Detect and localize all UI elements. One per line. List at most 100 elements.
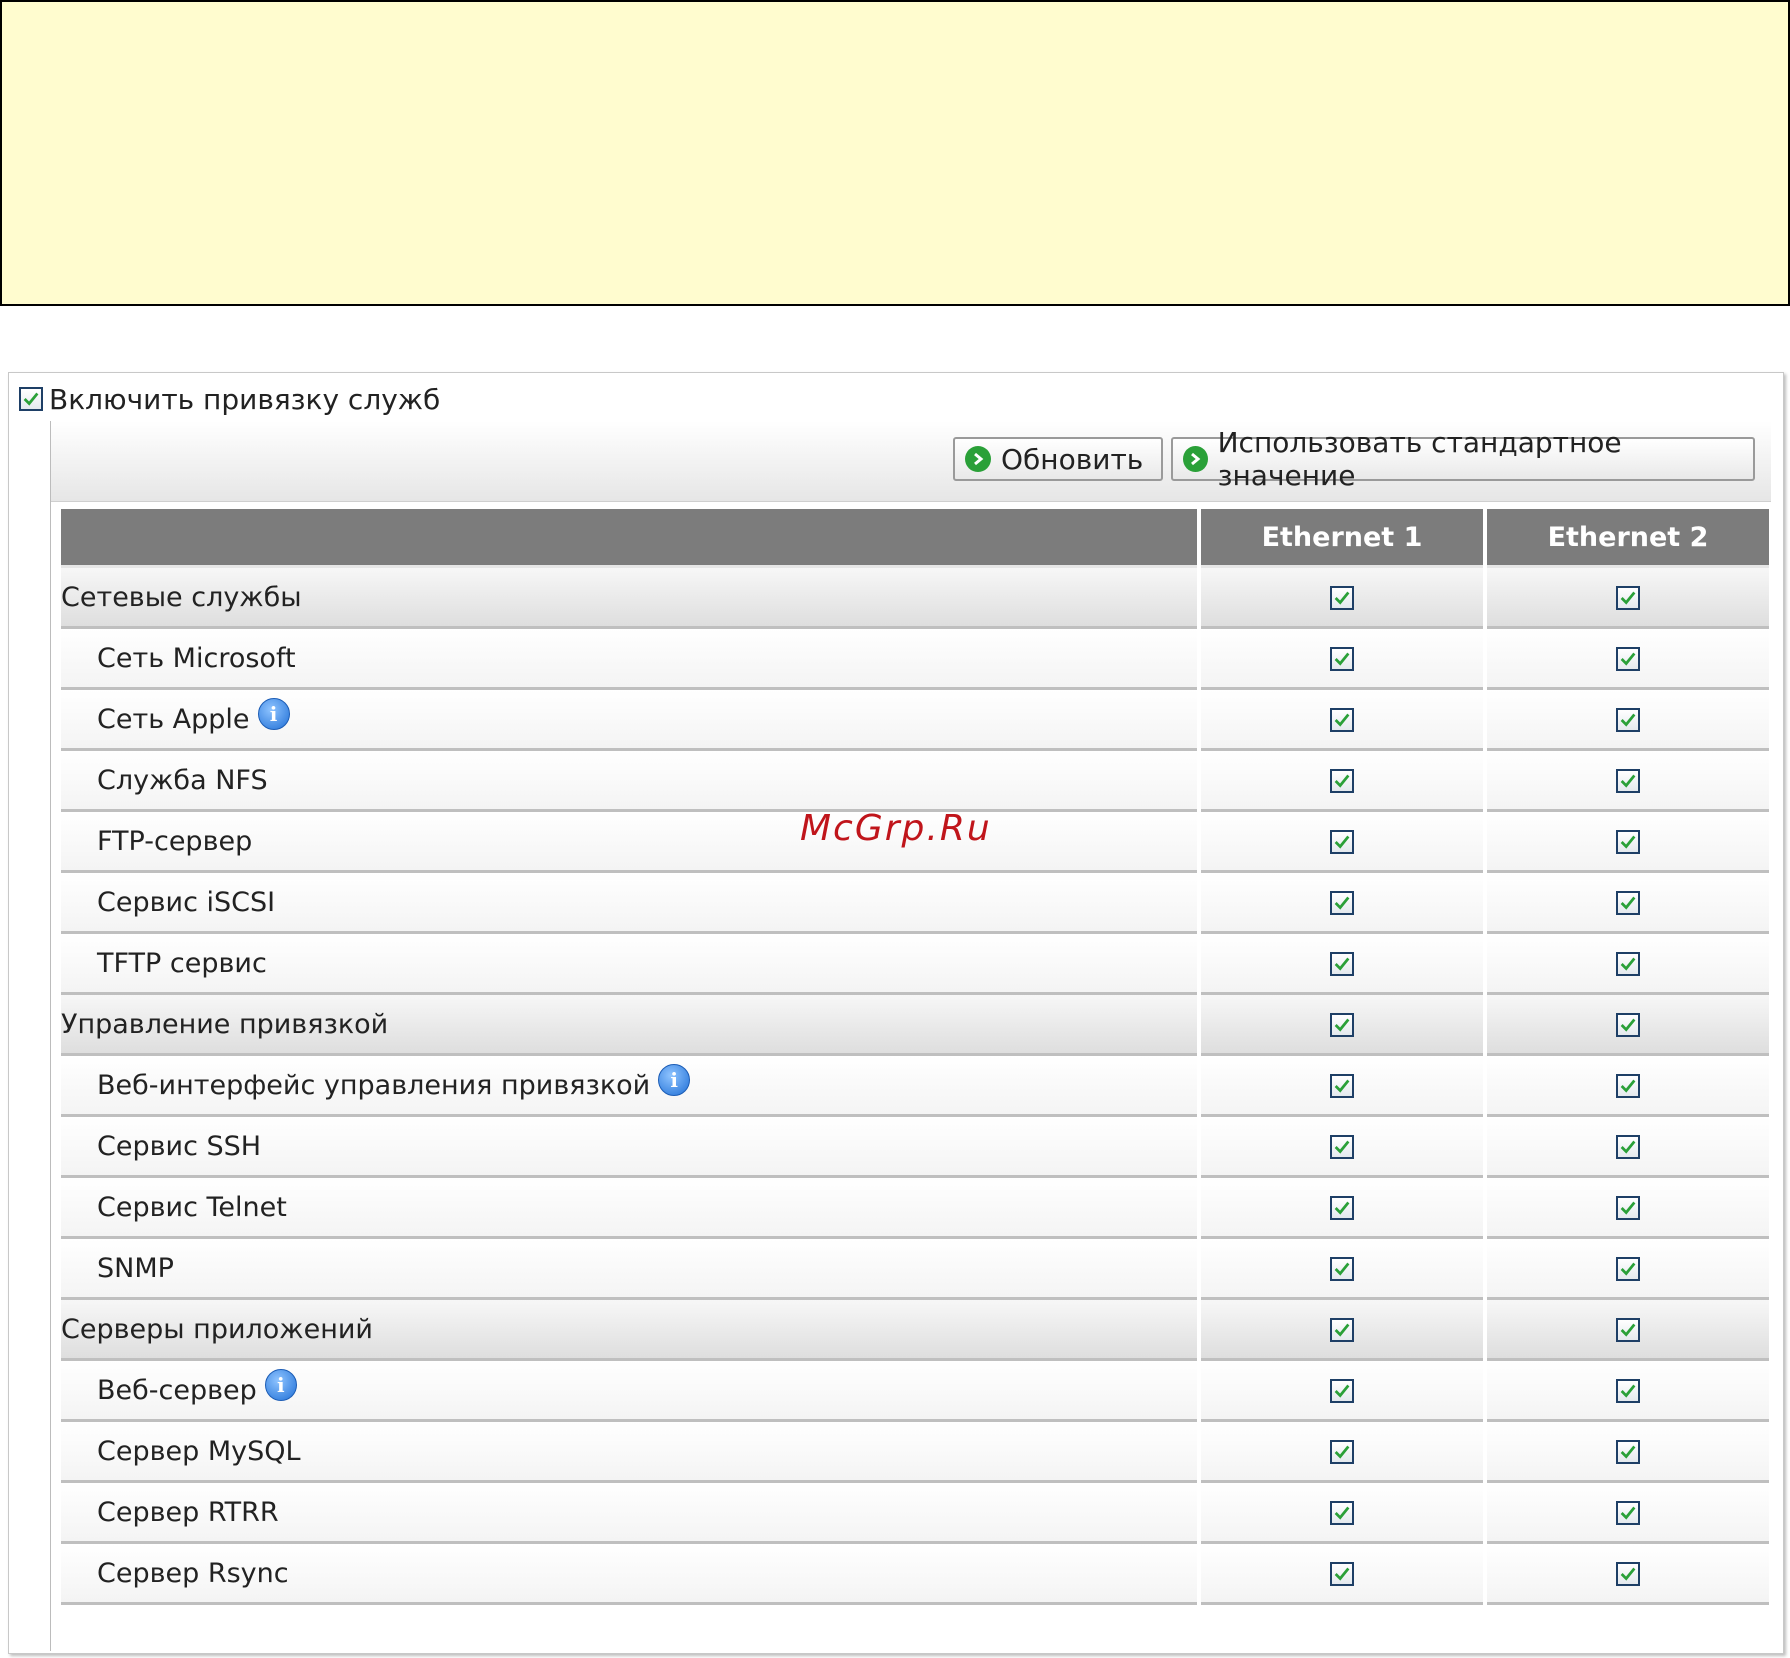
ethernet-1-checkbox[interactable] [1330, 1440, 1354, 1464]
info-icon[interactable]: i [257, 697, 290, 730]
ethernet-2-checkbox[interactable] [1616, 1379, 1640, 1403]
ethernet-2-cell [1487, 1300, 1769, 1361]
ethernet-2-checkbox[interactable] [1616, 1562, 1640, 1586]
check-icon [1620, 774, 1636, 788]
service-label: Служба NFS [97, 764, 268, 796]
check-icon [1620, 713, 1636, 727]
ethernet-2-checkbox[interactable] [1616, 1318, 1640, 1342]
ethernet-1-cell [1201, 812, 1483, 873]
ethernet-2-cell [1487, 629, 1769, 690]
check-icon [1334, 896, 1350, 910]
ethernet-2-cell [1487, 1422, 1769, 1483]
ethernet-2-checkbox[interactable] [1616, 891, 1640, 915]
service-label-cell: Веб-интерфейс управления привязкой i [61, 1056, 1197, 1117]
service-label-cell: Серверы приложений [61, 1300, 1197, 1361]
ethernet-2-checkbox[interactable] [1616, 1196, 1640, 1220]
service-label-cell: Сервис iSCSI [61, 873, 1197, 934]
service-label: Сервер MySQL [97, 1435, 301, 1467]
use-default-button[interactable]: Использовать стандартное значение [1171, 426, 1755, 492]
ethernet-1-checkbox[interactable] [1330, 769, 1354, 793]
check-icon [1334, 1201, 1350, 1215]
info-icon[interactable]: i [264, 1368, 297, 1401]
column-header-ethernet-1: Ethernet 1 [1201, 509, 1483, 568]
check-icon [1620, 835, 1636, 849]
service-label: Управление привязкой [61, 1008, 389, 1040]
check-icon [1334, 1323, 1350, 1337]
check-icon [1334, 652, 1350, 666]
enable-binding-row[interactable]: Включить привязку служб [19, 381, 440, 417]
check-icon [1334, 835, 1350, 849]
ethernet-1-cell [1201, 934, 1483, 995]
ethernet-2-cell [1487, 1178, 1769, 1239]
ethernet-2-checkbox[interactable] [1616, 1440, 1640, 1464]
ethernet-2-checkbox[interactable] [1616, 647, 1640, 671]
enable-binding-checkbox[interactable] [19, 387, 43, 411]
ethernet-2-checkbox[interactable] [1616, 1074, 1640, 1098]
arrow-right-icon [1183, 446, 1208, 472]
ethernet-1-checkbox[interactable] [1330, 952, 1354, 976]
arrow-right-icon [965, 446, 991, 472]
column-header-ethernet-2: Ethernet 2 [1487, 509, 1769, 568]
ethernet-1-cell [1201, 1178, 1483, 1239]
ethernet-1-checkbox[interactable] [1330, 586, 1354, 610]
service-label-cell: Веб-сервер i [61, 1361, 1197, 1422]
table-row: Сервис iSCSI [61, 873, 1769, 934]
service-label: SNMP [97, 1252, 174, 1284]
service-binding-table: Ethernet 1 Ethernet 2 Сетевые службы Сеть… [57, 509, 1773, 1605]
refresh-button-label: Обновить [1001, 442, 1144, 476]
table-row: Сервис Telnet [61, 1178, 1769, 1239]
service-label: Сервер RTRR [97, 1496, 279, 1528]
enable-binding-label: Включить привязку служб [49, 382, 441, 416]
ethernet-1-checkbox[interactable] [1330, 1257, 1354, 1281]
service-label: TFTP сервис [97, 947, 267, 979]
ethernet-2-checkbox[interactable] [1616, 586, 1640, 610]
ethernet-2-checkbox[interactable] [1616, 1135, 1640, 1159]
ethernet-1-cell [1201, 1300, 1483, 1361]
ethernet-1-checkbox[interactable] [1330, 1562, 1354, 1586]
ethernet-2-checkbox[interactable] [1616, 952, 1640, 976]
ethernet-1-checkbox[interactable] [1330, 1013, 1354, 1037]
ethernet-1-cell [1201, 568, 1483, 629]
check-icon [1334, 1445, 1350, 1459]
check-icon [1334, 957, 1350, 971]
ethernet-1-cell [1201, 690, 1483, 751]
ethernet-2-cell [1487, 995, 1769, 1056]
ethernet-2-cell [1487, 1117, 1769, 1178]
service-label-cell: Служба NFS [61, 751, 1197, 812]
service-label: Сервис iSCSI [97, 886, 276, 918]
ethernet-2-checkbox[interactable] [1616, 1257, 1640, 1281]
ethernet-1-checkbox[interactable] [1330, 1379, 1354, 1403]
ethernet-1-cell [1201, 1056, 1483, 1117]
ethernet-2-checkbox[interactable] [1616, 1013, 1640, 1037]
ethernet-1-checkbox[interactable] [1330, 891, 1354, 915]
check-icon [1334, 1567, 1350, 1581]
ethernet-1-checkbox[interactable] [1330, 1074, 1354, 1098]
check-icon [1334, 713, 1350, 727]
ethernet-1-checkbox[interactable] [1330, 647, 1354, 671]
ethernet-2-cell [1487, 751, 1769, 812]
service-label-cell: SNMP [61, 1239, 1197, 1300]
ethernet-1-checkbox[interactable] [1330, 830, 1354, 854]
service-label: FTP-сервер [97, 825, 253, 857]
service-label-cell: Управление привязкой [61, 995, 1197, 1056]
ethernet-2-cell [1487, 1056, 1769, 1117]
service-label: Сервер Rsync [97, 1557, 289, 1589]
ethernet-1-cell [1201, 1239, 1483, 1300]
ethernet-2-checkbox[interactable] [1616, 769, 1640, 793]
service-label: Сервис SSH [97, 1130, 262, 1162]
info-icon[interactable]: i [658, 1063, 691, 1096]
refresh-button[interactable]: Обновить [953, 437, 1163, 481]
ethernet-2-cell [1487, 1483, 1769, 1544]
service-label: Серверы приложений [61, 1313, 373, 1345]
ethernet-1-checkbox[interactable] [1330, 708, 1354, 732]
ethernet-2-checkbox[interactable] [1616, 830, 1640, 854]
service-label-cell: Сетевые службы [61, 568, 1197, 629]
ethernet-1-checkbox[interactable] [1330, 1318, 1354, 1342]
check-icon [23, 392, 39, 406]
ethernet-1-checkbox[interactable] [1330, 1135, 1354, 1159]
column-header-service [61, 509, 1197, 568]
ethernet-2-checkbox[interactable] [1616, 1501, 1640, 1525]
ethernet-1-checkbox[interactable] [1330, 1501, 1354, 1525]
ethernet-1-checkbox[interactable] [1330, 1196, 1354, 1220]
ethernet-2-checkbox[interactable] [1616, 708, 1640, 732]
